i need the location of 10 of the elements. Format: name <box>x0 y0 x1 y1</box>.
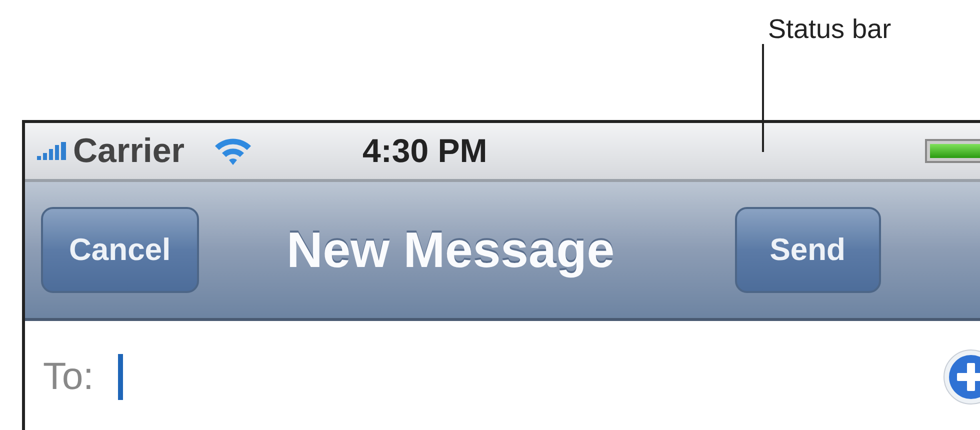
cancel-button[interactable]: Cancel <box>41 207 199 293</box>
recipient-label: To: <box>43 356 94 398</box>
text-cursor <box>118 354 123 400</box>
screen-title: New Message <box>286 221 615 279</box>
wifi-icon <box>212 136 253 166</box>
clock-time: 4:30 PM <box>362 132 488 170</box>
signal-bars-icon <box>37 142 67 160</box>
send-button[interactable]: Send <box>734 207 881 293</box>
callout-label: Status bar <box>768 14 892 44</box>
carrier-name: Carrier <box>73 132 185 170</box>
